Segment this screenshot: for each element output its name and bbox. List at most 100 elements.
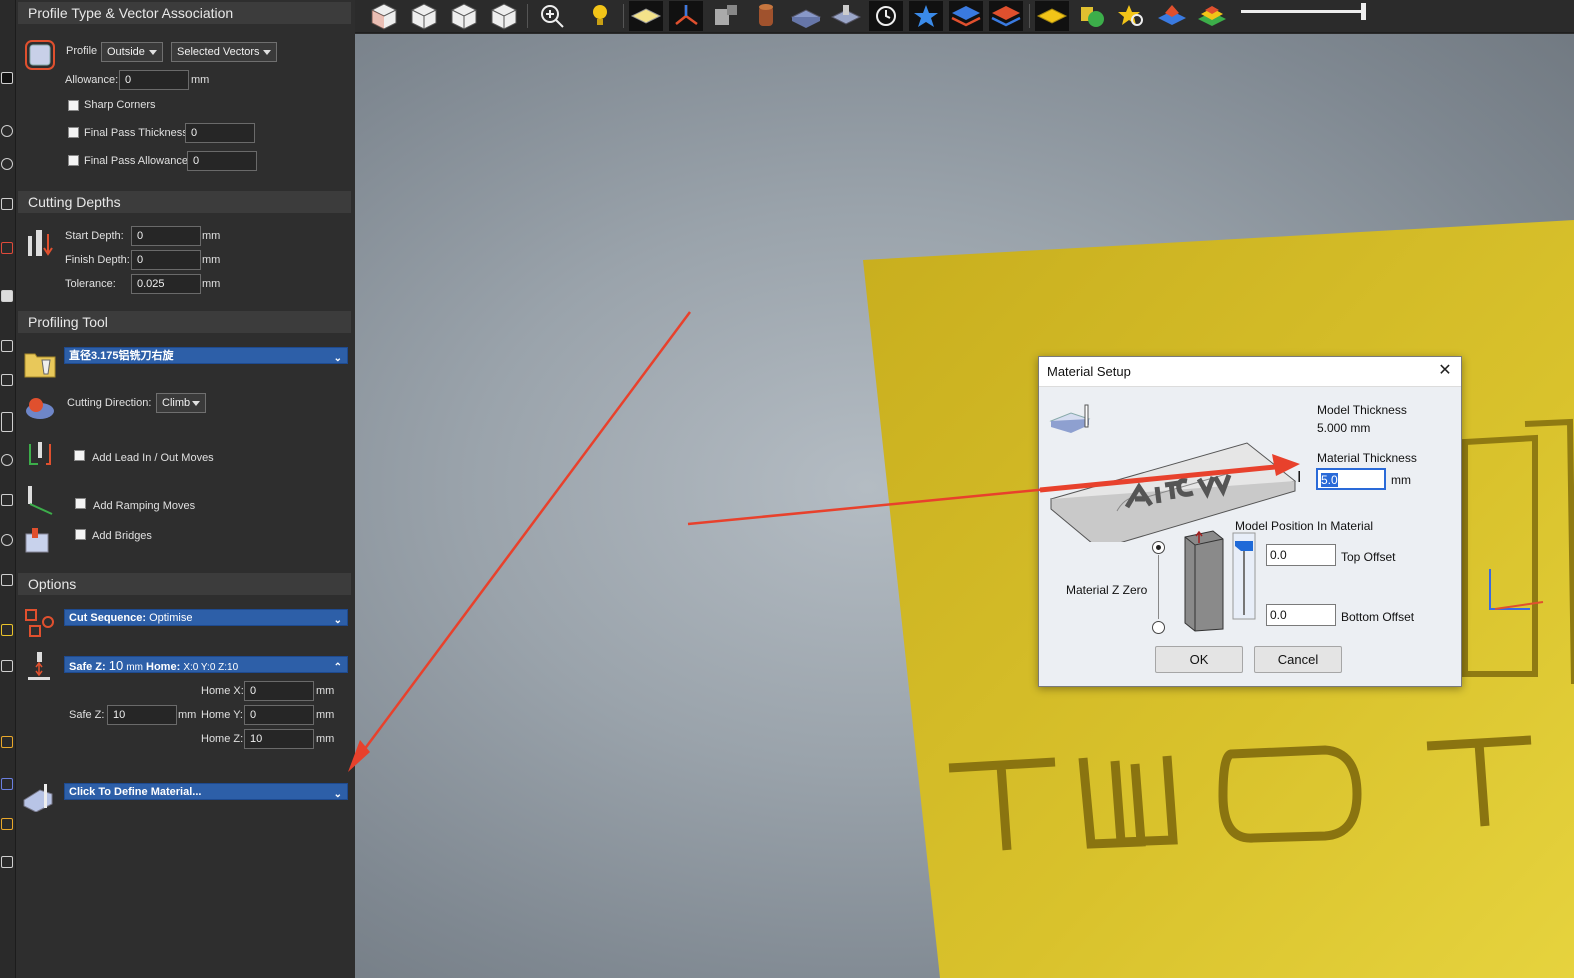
node-tool-icon[interactable] [1,125,13,137]
material-plane-icon[interactable] [829,1,863,31]
polygon-tool-icon[interactable] [1,494,13,506]
define-material-bar[interactable]: Click To Define Material... ⌄ [64,783,348,800]
final-pass-thickness-input[interactable]: 0 [185,123,255,143]
allowance-label: Allowance: [65,74,119,86]
material-block-icon[interactable] [789,1,823,31]
star-vector-icon[interactable] [909,1,943,31]
side-view-icon[interactable] [447,1,481,31]
lead-in-out-checkbox[interactable] [74,450,85,461]
ellipse-tool-icon[interactable] [1,534,13,546]
tolerance-input[interactable]: 0.025 [131,274,201,294]
final-pass-thickness-checkbox[interactable] [68,127,79,138]
iso-view-red-icon[interactable] [367,1,401,31]
misc-tool-icon[interactable] [1,856,13,868]
tool-database-icon[interactable] [24,348,56,378]
cutting-depths-header: Cutting Depths [18,191,351,213]
ramping-checkbox[interactable] [75,498,86,509]
pen-tool-icon[interactable] [1,242,13,254]
sharp-corners-label: Sharp Corners [84,99,156,111]
light-bulb-icon[interactable] [583,1,617,31]
transform-tool-icon[interactable] [1,198,13,210]
home-x-input[interactable]: 0 [244,681,314,701]
safe-z-bar-value: 10 [108,658,124,673]
tool-select-bar[interactable]: 直径3.175铝铣刀右旋 ⌄ [64,347,348,364]
top-offset-input[interactable]: 0.0 [1266,544,1336,566]
safe-z-home-bar[interactable]: Safe Z: 10 mm Home: X:0 Y:0 Z:10 ⌃ [64,656,348,673]
bridges-icon [25,528,49,553]
arc-tool-icon[interactable] [1,158,13,170]
yellow-relief-icon[interactable] [1035,1,1069,31]
start-depth-label: Start Depth: [65,230,124,242]
material-thickness-input[interactable]: 5.0 [1316,468,1386,490]
bridges-label: Add Bridges [92,530,152,542]
final-pass-thickness-label: Final Pass Thickness [84,127,188,139]
left-tool-strip [0,0,16,978]
cancel-button[interactable]: Cancel [1254,646,1342,673]
start-depth-input[interactable]: 0 [131,226,201,246]
colored-layers-icon[interactable] [1155,1,1189,31]
line-tool-icon[interactable] [1,340,13,352]
circle-tool-icon[interactable] [1,454,13,466]
safe-z-bar-unit: mm [126,662,143,673]
cylinder-icon[interactable] [749,1,783,31]
component-icon[interactable] [709,1,743,31]
tolerance-unit: mm [202,278,221,290]
text-tool-icon[interactable] [1,624,13,636]
cutting-direction-label: Cutting Direction: [67,397,152,409]
final-pass-allowance-checkbox[interactable] [68,155,79,166]
safe-z-input[interactable]: 10 [107,705,177,725]
measure-tool-icon[interactable] [1,736,13,748]
green-component-icon[interactable] [1075,1,1109,31]
zoom-icon[interactable] [535,1,569,31]
transparency-slider-thumb[interactable] [1361,3,1366,20]
vectors-dropdown[interactable]: Selected Vectors [171,42,277,62]
final-pass-allowance-input[interactable]: 0 [187,151,257,171]
allowance-input[interactable]: 0 [119,70,189,90]
cut-sequence-label: Cut Sequence: [69,612,147,624]
rectangle-tool-icon[interactable] [1,412,13,432]
cut-sequence-bar[interactable]: Cut Sequence: Optimise ⌄ [64,609,348,626]
layers-blue-icon[interactable] [949,1,983,31]
bottom-offset-input[interactable]: 0.0 [1266,604,1336,626]
toolbar-separator [1029,4,1030,28]
sharp-corners-checkbox[interactable] [68,100,79,111]
toolpath-preview-icon[interactable] [869,1,903,31]
close-icon[interactable]: ✕ [1435,361,1455,381]
finish-depth-label: Finish Depth: [65,254,130,266]
front-view-icon[interactable] [407,1,441,31]
shaded-model-icon[interactable] [629,1,663,31]
ok-button[interactable]: OK [1155,646,1243,673]
rainbow-layers-icon[interactable] [1195,1,1229,31]
tolerance-label: Tolerance: [65,278,116,290]
profile-dropdown[interactable]: Outside [101,42,163,62]
star-search-icon[interactable] [1115,1,1149,31]
star-tool-icon[interactable] [1,574,13,586]
chevron-down-icon [192,401,200,406]
transparency-slider-track[interactable] [1241,10,1363,13]
top-view-icon[interactable] [487,1,521,31]
home-z-input[interactable]: 10 [244,729,314,749]
cutting-direction-dropdown[interactable]: Climb [156,393,206,413]
chevron-down-icon: ⌄ [333,789,342,800]
axes-icon[interactable] [669,1,703,31]
eraser-tool-icon[interactable] [1,290,13,302]
offset-tool-icon[interactable] [1,660,13,672]
select-tool-icon[interactable] [1,72,13,84]
bridges-checkbox[interactable] [75,529,86,540]
blue-tool-icon[interactable] [1,778,13,790]
lead-in-out-icon [29,442,51,465]
chevron-down-icon: ⌄ [333,353,342,364]
orange-tool-icon[interactable] [1,818,13,830]
home-y-input[interactable]: 0 [244,705,314,725]
toolbar-separator [623,4,624,28]
finish-depth-unit: mm [202,254,221,266]
z-zero-top-radio[interactable] [1152,541,1165,554]
chevron-down-icon [149,50,157,55]
material-setup-dialog: Material Setup ✕ Model Thickness 5.000 m… [1038,356,1462,687]
finish-depth-input[interactable]: 0 [131,250,201,270]
dialog-titlebar[interactable]: Material Setup ✕ [1039,357,1461,387]
profile-section-header: Profile Type & Vector Association [18,2,351,24]
arrow-tool-icon[interactable] [1,374,13,386]
layers-red-icon[interactable] [989,1,1023,31]
z-zero-bottom-radio[interactable] [1152,621,1165,634]
